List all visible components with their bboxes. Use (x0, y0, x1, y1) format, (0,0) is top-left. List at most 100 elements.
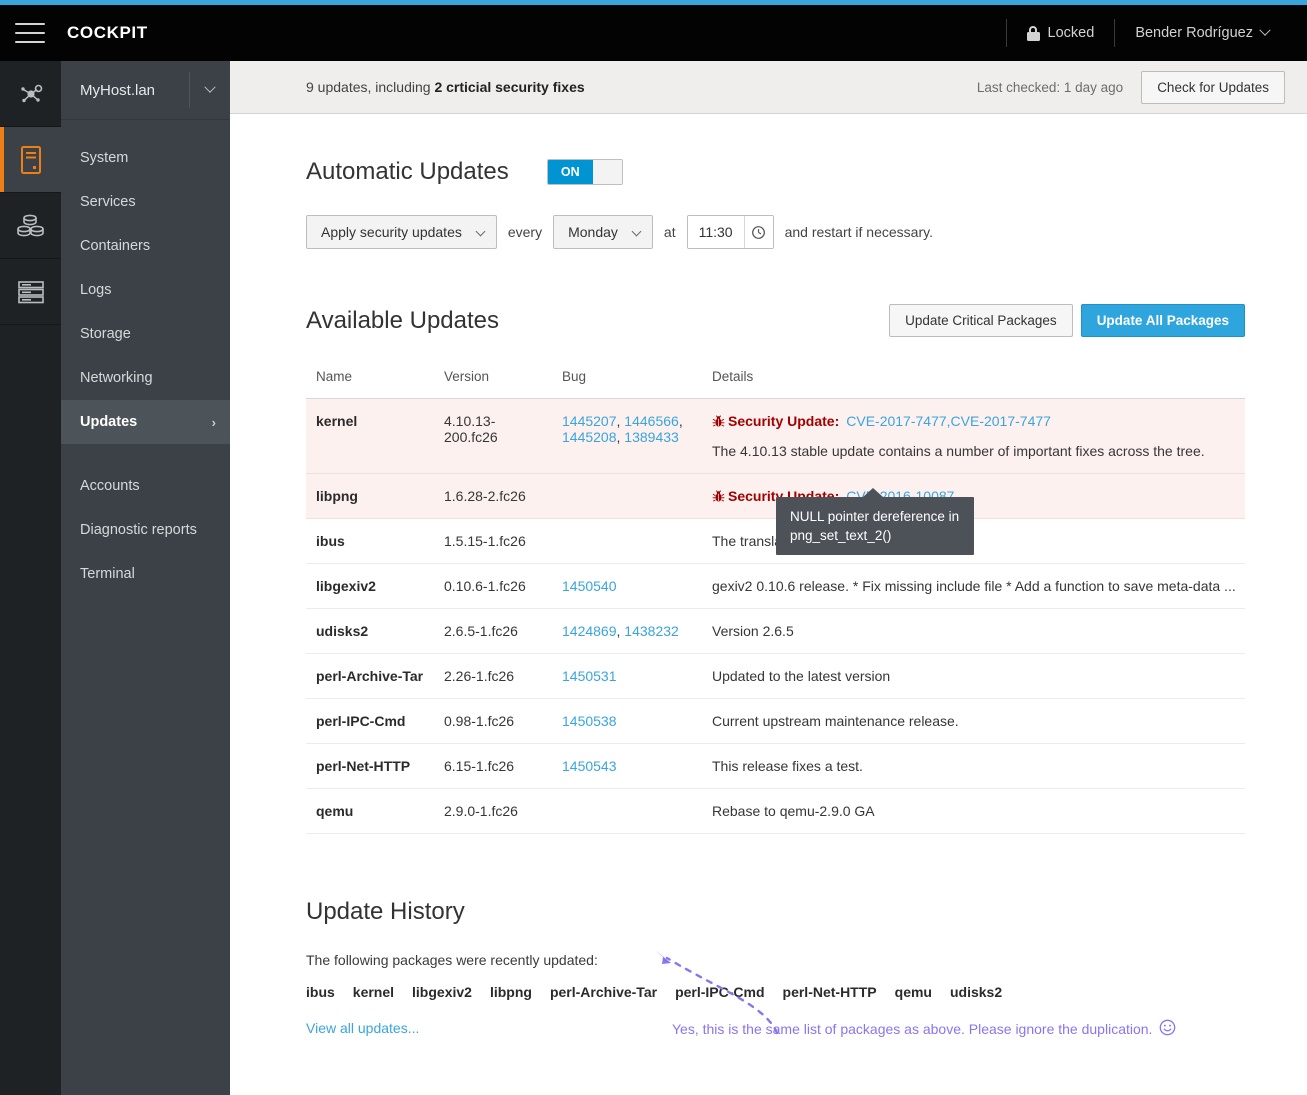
package-details-cell: gexiv2 0.10.6 release. * Fix missing inc… (702, 563, 1245, 609)
table-row: kernel 4.10.13-200.fc26 1445207, 1446566, … (306, 398, 1245, 474)
rack-icon (17, 280, 44, 303)
icon-rail (0, 61, 61, 1095)
containers-icon (16, 214, 44, 236)
available-updates-header: Available Updates Update Critical Packag… (306, 304, 1245, 337)
package-version-cell: 0.98-1.fc26 (434, 698, 552, 744)
update-history-lead: The following packages were recently upd… (306, 952, 598, 968)
sidebar-item-containers[interactable]: Containers (61, 224, 230, 268)
history-package-name: perl-IPC-Cmd (675, 984, 765, 1000)
column-header-version: Version (434, 363, 552, 399)
package-details-cell: Updated to the latest version (702, 653, 1245, 699)
update-all-packages-button[interactable]: Update All Packages (1080, 304, 1245, 337)
restart-note-label: and restart if necessary. (784, 224, 933, 240)
last-checked-label: Last checked: 1 day ago (976, 79, 1124, 95)
host-selector[interactable]: MyHost.lan (61, 61, 230, 120)
table-header: Name Version Bug Details (306, 363, 1245, 399)
package-details-cell: Version 2.6.5 (702, 608, 1245, 654)
package-name-cell: perl-IPC-Cmd (306, 698, 434, 744)
table-row: perl-IPC-Cmd 0.98-1.fc26 1450538 Current up… (306, 698, 1245, 744)
cluster-topology-icon (20, 84, 42, 102)
package-bug-cell: 1450540 (552, 563, 702, 609)
sidebar-item-storage[interactable]: Storage (61, 312, 230, 356)
sidebar-item-diagnostic-reports[interactable]: Diagnostic reports (61, 508, 230, 552)
update-detail-text: The 4.10.13 stable update contains a num… (712, 443, 1205, 459)
clock-icon[interactable] (743, 216, 773, 248)
history-package-name: perl-Archive-Tar (549, 984, 658, 1000)
sidebar-nav: MyHost.lan System Services Containers Lo… (61, 61, 230, 1095)
bug-link[interactable]: 1450531 (562, 668, 617, 684)
time-field[interactable] (686, 215, 774, 249)
update-policy-select[interactable]: Apply security updates (306, 215, 497, 249)
masthead-actions: Locked Bender Rodríguez (1005, 18, 1307, 48)
package-version-cell: 2.26-1.fc26 (434, 653, 552, 699)
smiley-icon (1159, 1019, 1176, 1039)
sidebar-item-services[interactable]: Services (61, 180, 230, 224)
update-detail-text: Updated to the latest version (712, 668, 891, 684)
rail-item-containers[interactable] (0, 193, 61, 259)
sidebar-item-system[interactable]: System (61, 136, 230, 180)
cve-link[interactable]: CVE-2017-7477,CVE-2017-7477 (846, 413, 1051, 429)
day-of-week-select[interactable]: Monday (553, 215, 653, 249)
automatic-updates-toggle[interactable]: ON (546, 159, 623, 185)
package-name-cell: qemu (306, 788, 434, 834)
check-for-updates-button[interactable]: Check for Updates (1141, 70, 1285, 104)
bug-link[interactable]: 1445207 (562, 413, 617, 429)
table-body: kernel 4.10.13-200.fc26 1445207, 1446566, … (306, 398, 1245, 834)
bug-link[interactable]: 1445208 (562, 429, 617, 445)
sidebar-item-networking[interactable]: Networking (61, 356, 230, 400)
updates-summary-text: 9 updates, including 2 crticial security… (306, 79, 585, 95)
package-bug-cell (552, 788, 702, 834)
automatic-updates-controls: Apply security updates every Monday at 1… (306, 215, 1245, 249)
bug-link[interactable]: 1450540 (562, 578, 617, 594)
locked-label: Locked (1047, 25, 1095, 41)
security-update-label: Security Update: (728, 413, 840, 429)
rail-item-server[interactable] (0, 127, 61, 193)
sidebar-item-label: Storage (80, 326, 131, 342)
table-row: libgexiv2 0.10.6-1.fc26 1450540 gexiv2 0.10… (306, 563, 1245, 609)
rail-item-cluster[interactable] (0, 61, 61, 127)
sidebar-item-updates[interactable]: Updates › (61, 400, 230, 444)
sidebar-item-label: Accounts (80, 478, 140, 494)
bug-link[interactable]: 1446566 (624, 413, 679, 429)
sidebar-item-label: System (80, 150, 129, 166)
sidebar-item-logs[interactable]: Logs (61, 268, 230, 312)
table-row: qemu 2.9.0-1.fc26 Rebase to qemu-2.9.0 GA (306, 788, 1245, 834)
sidebar-item-label: Services (80, 194, 136, 210)
table-header-row: Name Version Bug Details (306, 363, 1245, 399)
view-all-updates-link[interactable]: View all updates... (306, 1020, 419, 1036)
column-header-details: Details (702, 363, 1245, 399)
sidebar-item-accounts[interactable]: Accounts (61, 464, 230, 508)
package-version-cell: 0.10.6-1.fc26 (434, 563, 552, 609)
update-detail-text: Version 2.6.5 (712, 623, 794, 639)
sidebar-item-terminal[interactable]: Terminal (61, 552, 230, 596)
rail-item-rack[interactable] (0, 259, 61, 325)
available-updates-table: Name Version Bug Details kernel 4.10.13-2… (306, 363, 1245, 834)
bug-link[interactable]: 1450538 (562, 713, 617, 729)
history-package-name: ibus (306, 984, 335, 1000)
automatic-updates-header: Automatic Updates ON (306, 158, 1245, 186)
update-policy-value: Apply security updates (321, 224, 462, 240)
bug-link[interactable]: 1389433 (624, 429, 679, 445)
locked-indicator[interactable]: Locked (1007, 25, 1115, 41)
time-input[interactable] (687, 216, 744, 248)
sidebar-group-divider (61, 444, 230, 464)
user-menu[interactable]: Bender Rodríguez (1115, 24, 1289, 41)
bug-link[interactable]: 1424869 (562, 623, 617, 639)
security-update-line: Security Update: CVE-2017-7477,CVE-2017-7… (712, 413, 1237, 429)
hamburger-menu-icon[interactable] (15, 23, 45, 43)
history-package-name: udisks2 (949, 984, 1003, 1000)
sidebar-item-label: Containers (80, 238, 151, 254)
update-critical-packages-button[interactable]: Update Critical Packages (889, 304, 1073, 337)
page-body: Automatic Updates ON Apply security upda… (230, 114, 1307, 1036)
sidebar-item-label: Diagnostic reports (80, 522, 197, 538)
bug-link[interactable]: 1450543 (562, 758, 617, 774)
package-name-cell: libgexiv2 (306, 563, 434, 609)
package-bug-cell: 1450538 (552, 698, 702, 744)
updates-summary-prefix: 9 updates, including (306, 79, 435, 95)
package-version-cell: 1.5.15-1.fc26 (434, 518, 552, 564)
bug-link[interactable]: 1438232 (624, 623, 679, 639)
package-name-cell: perl-Net-HTTP (306, 743, 434, 789)
package-name-cell: perl-Archive-Tar (306, 653, 434, 699)
chevron-down-icon[interactable] (190, 81, 230, 94)
package-name-cell: kernel (306, 398, 434, 474)
